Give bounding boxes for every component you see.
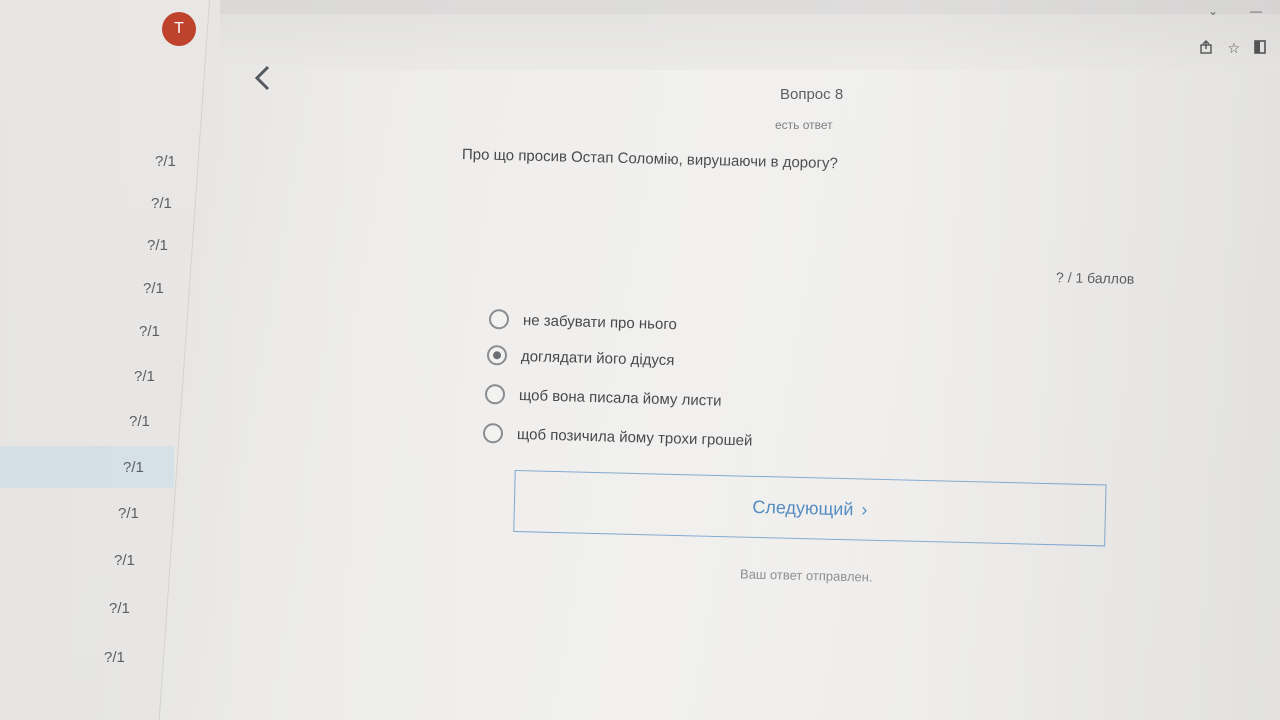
question-text: Про що просив Остап Соломію, вирушаючи в… — [461, 146, 838, 173]
back-button[interactable] — [252, 64, 282, 96]
sidebar-panel-icon[interactable] — [1254, 40, 1266, 57]
question-score-label: ?/1 — [123, 458, 144, 476]
radio-button[interactable] — [484, 384, 506, 405]
question-item-5[interactable]: ?/1 — [0, 310, 200, 352]
chevron-left-icon — [254, 65, 270, 91]
question-item-12[interactable]: ?/1 — [0, 636, 200, 678]
question-score-label: ?/1 — [114, 551, 135, 569]
question-item-6[interactable]: ?/1 — [0, 355, 200, 397]
answer-option-label: доглядати його дідуся — [520, 347, 675, 369]
share-icon[interactable] — [1199, 40, 1213, 57]
question-item-7[interactable]: ?/1 — [0, 400, 200, 442]
screen: ⌄ — ☆ T ?/1 ?/1 ?/1 ?/1 ?/1 ?/1 ?/1 ?/1 … — [0, 0, 1280, 720]
question-score-label: ?/1 — [129, 412, 150, 430]
avatar[interactable]: T — [162, 12, 196, 46]
answer-option-label: не забувати про нього — [522, 311, 678, 333]
question-item-10[interactable]: ?/1 — [0, 539, 200, 581]
question-score-label: ?/1 — [139, 322, 160, 340]
answer-status: есть ответ — [775, 118, 833, 132]
question-item-3[interactable]: ?/1 — [0, 224, 200, 266]
chevron-right-icon: › — [861, 498, 868, 520]
radio-button-selected[interactable] — [486, 345, 508, 366]
question-score-label: ?/1 — [147, 236, 168, 254]
question-item-1[interactable]: ?/1 — [0, 140, 200, 182]
question-score-label: ?/1 — [155, 152, 176, 170]
browser-tab-strip — [220, 0, 1280, 14]
answer-option-1[interactable]: не забувати про нього — [488, 306, 678, 337]
question-score-label: ?/1 — [109, 599, 130, 617]
question-item-11[interactable]: ?/1 — [0, 587, 200, 629]
chevron-down-icon[interactable]: ⌄ — [1208, 4, 1218, 18]
question-item-8[interactable]: ?/1 — [0, 446, 174, 488]
next-button[interactable]: Следующий › — [513, 470, 1107, 547]
answer-option-4[interactable]: щоб позичила йому трохи грошей — [482, 420, 753, 454]
radio-button[interactable] — [488, 309, 510, 330]
minimize-icon[interactable]: — — [1250, 4, 1262, 18]
answer-option-label: щоб позичила йому трохи грошей — [516, 425, 753, 450]
question-title: Вопрос 8 — [780, 86, 844, 103]
question-item-4[interactable]: ?/1 — [0, 267, 200, 309]
question-score-label: ?/1 — [151, 194, 172, 212]
question-score-label: ?/1 — [104, 648, 125, 666]
question-score-label: ?/1 — [134, 367, 155, 385]
submission-status: Ваш ответ отправлен. — [739, 566, 873, 585]
question-item-9[interactable]: ?/1 — [0, 492, 200, 534]
question-score: ? / 1 баллов — [1055, 269, 1135, 287]
question-score-label: ?/1 — [118, 504, 139, 522]
answer-option-3[interactable]: щоб вона писала йому листи — [484, 381, 722, 414]
browser-actions: ☆ — [1199, 40, 1266, 57]
answer-option-label: щоб вона писала йому листи — [518, 386, 722, 410]
avatar-initial: T — [174, 20, 184, 37]
question-item-2[interactable]: ?/1 — [0, 182, 200, 224]
question-score-label: ?/1 — [143, 279, 164, 297]
bookmark-star-icon[interactable]: ☆ — [1227, 40, 1240, 57]
next-button-label: Следующий — [752, 496, 854, 519]
radio-button[interactable] — [482, 423, 504, 444]
answer-option-2[interactable]: доглядати його дідуся — [486, 342, 675, 373]
